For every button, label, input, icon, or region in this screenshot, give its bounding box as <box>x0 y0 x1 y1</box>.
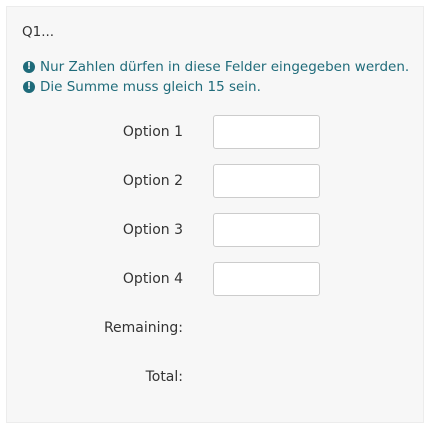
total-label: Total: <box>145 369 183 385</box>
option-1-input[interactable] <box>213 115 320 149</box>
option-4-input[interactable] <box>213 262 320 296</box>
option-label: Option 3 <box>122 222 183 238</box>
option-row-3: Option 3 <box>7 213 424 247</box>
remaining-row: Remaining: <box>7 311 424 345</box>
remaining-label: Remaining: <box>103 320 183 336</box>
question-title: Q1... <box>22 24 55 40</box>
tip-text: Die Summe muss gleich 15 sein. <box>40 79 261 95</box>
tip-sum-equals: ! Die Summe muss gleich 15 sein. <box>23 77 409 97</box>
tip-text: Nur Zahlen dürfen in diese Felder eingeg… <box>40 59 410 75</box>
option-label: Option 4 <box>122 271 183 287</box>
info-icon: ! <box>23 61 35 73</box>
question-panel: Q1... ! Nur Zahlen dürfen in diese Felde… <box>6 6 424 423</box>
tip-numbers-only: ! Nur Zahlen dürfen in diese Felder eing… <box>23 57 409 77</box>
question-tips: ! Nur Zahlen dürfen in diese Felder eing… <box>23 57 409 97</box>
option-row-4: Option 4 <box>7 262 424 296</box>
option-label: Option 1 <box>122 124 183 140</box>
option-2-input[interactable] <box>213 164 320 198</box>
option-row-1: Option 1 <box>7 115 424 149</box>
option-3-input[interactable] <box>213 213 320 247</box>
total-row: Total: <box>7 360 424 394</box>
option-row-2: Option 2 <box>7 164 424 198</box>
option-label: Option 2 <box>122 173 183 189</box>
info-icon: ! <box>23 81 35 93</box>
